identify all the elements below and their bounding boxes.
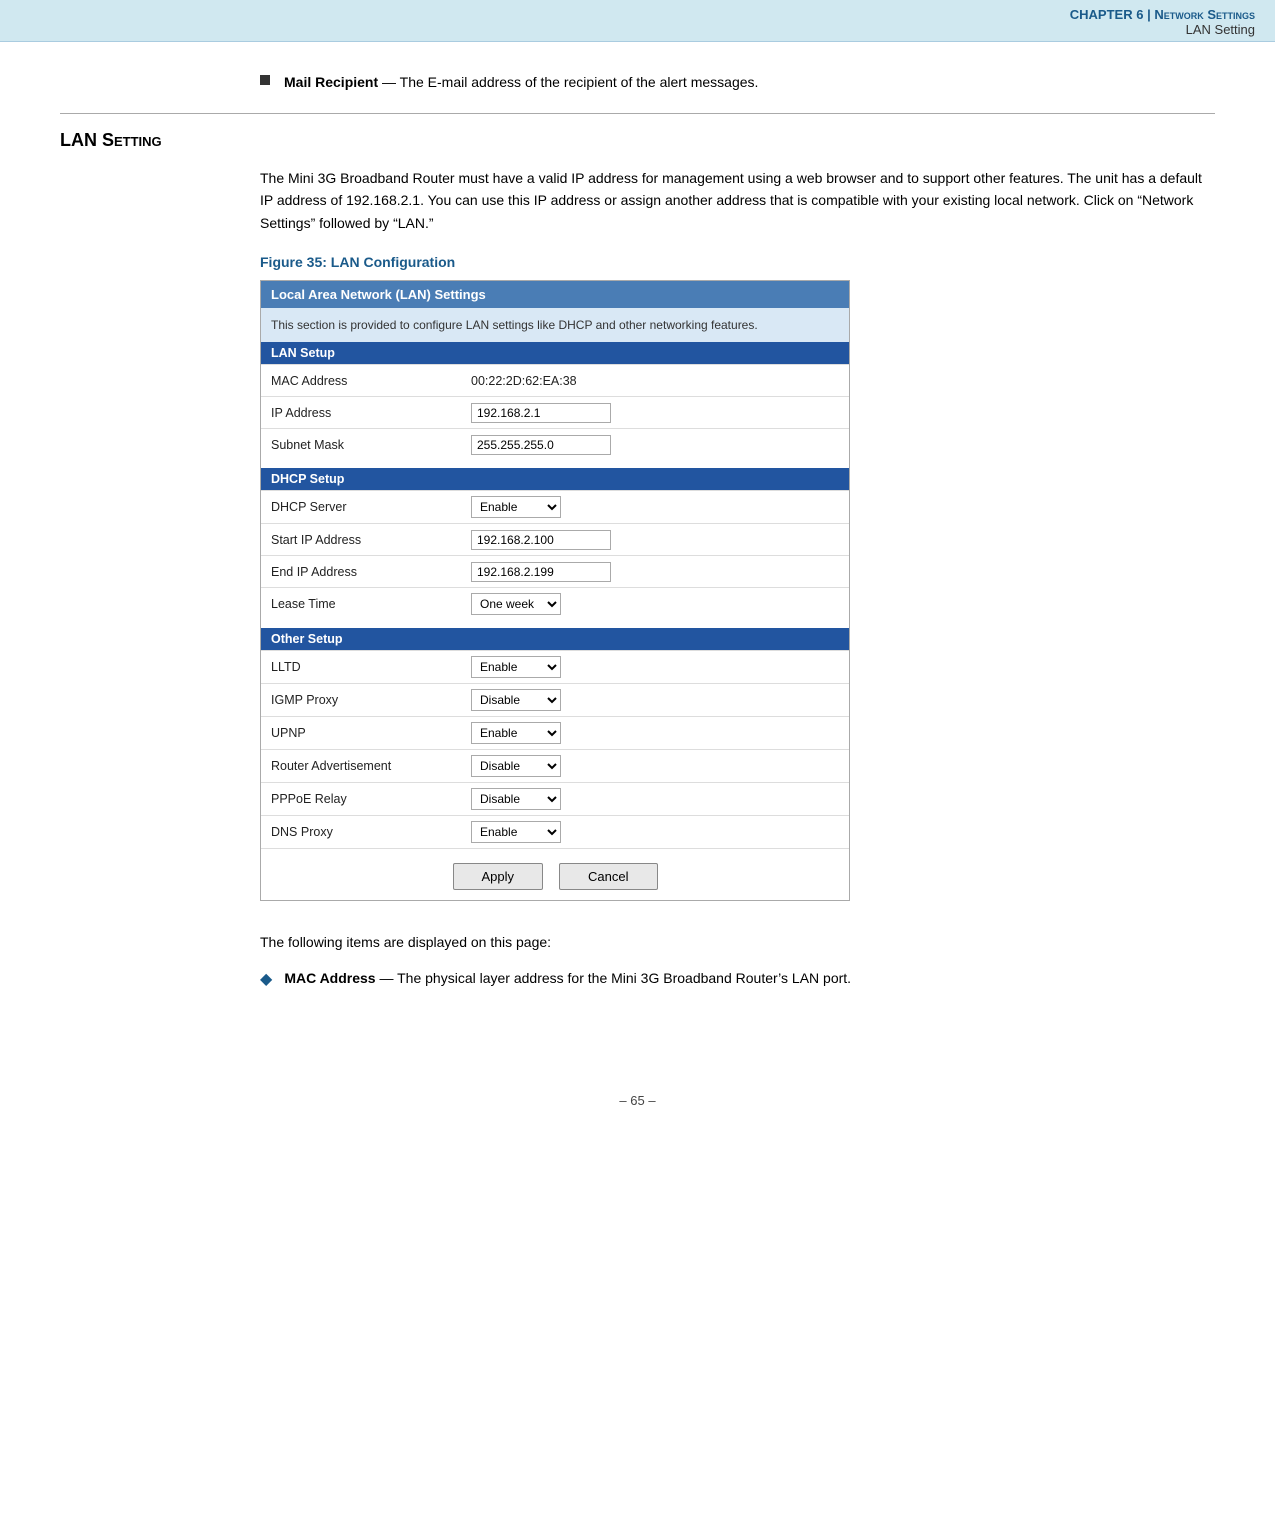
- lease-time-label: Lease Time: [271, 597, 471, 611]
- start-ip-label: Start IP Address: [271, 533, 471, 547]
- dhcp-server-row: DHCP Server Enable Disable: [261, 490, 849, 523]
- page-number: – 65 –: [619, 1093, 655, 1108]
- chapter-number: CHAPTER 6: [1070, 7, 1144, 22]
- subnet-mask-row: Subnet Mask: [261, 428, 849, 460]
- page-footer: – 65 –: [0, 1073, 1275, 1128]
- mac-address-value: 00:22:2D:62:EA:38: [471, 374, 577, 388]
- bottom-paragraph: The following items are displayed on thi…: [60, 931, 1215, 953]
- subnet-mask-input[interactable]: [471, 435, 611, 455]
- subnet-mask-label: Subnet Mask: [271, 438, 471, 452]
- dns-proxy-label: DNS Proxy: [271, 825, 471, 839]
- ip-address-label: IP Address: [271, 406, 471, 420]
- mac-address-bullet-body: The physical layer address for the Mini …: [397, 970, 851, 986]
- router-advertisement-select[interactable]: Enable Disable: [471, 755, 561, 777]
- mac-address-row: MAC Address 00:22:2D:62:EA:38: [261, 364, 849, 396]
- page-header: CHAPTER 6 | Network Settings LAN Setting: [0, 0, 1275, 42]
- pppoe-relay-row: PPPoE Relay Enable Disable: [261, 782, 849, 815]
- dhcp-setup-header: DHCP Setup: [261, 468, 849, 490]
- lan-config-wrapper: Local Area Network (LAN) Settings This s…: [60, 280, 1215, 901]
- dhcp-server-label: DHCP Server: [271, 500, 471, 514]
- diamond-icon: ◆: [260, 969, 272, 989]
- igmp-proxy-row: IGMP Proxy Enable Disable: [261, 683, 849, 716]
- end-ip-row: End IP Address: [261, 555, 849, 587]
- bullet-icon: [260, 75, 270, 85]
- body-paragraph: The Mini 3G Broadband Router must have a…: [60, 167, 1215, 234]
- config-buttons-row: Apply Cancel: [261, 848, 849, 900]
- mail-recipient-label: Mail Recipient: [284, 74, 378, 90]
- lease-time-select[interactable]: One week One day One hour: [471, 593, 561, 615]
- lltd-label: LLTD: [271, 660, 471, 674]
- chapter-topic: Network Settings: [1154, 7, 1255, 22]
- igmp-proxy-select[interactable]: Enable Disable: [471, 689, 561, 711]
- other-setup-header: Other Setup: [261, 628, 849, 650]
- start-ip-row: Start IP Address: [261, 523, 849, 555]
- pppoe-relay-label: PPPoE Relay: [271, 792, 471, 806]
- end-ip-label: End IP Address: [271, 565, 471, 579]
- header-section: LAN Setting: [20, 22, 1255, 37]
- dns-proxy-select[interactable]: Enable Disable: [471, 821, 561, 843]
- mac-address-bullet-label: MAC Address: [284, 970, 375, 986]
- igmp-proxy-label: IGMP Proxy: [271, 693, 471, 707]
- router-advertisement-label: Router Advertisement: [271, 759, 471, 773]
- cancel-button[interactable]: Cancel: [559, 863, 657, 890]
- lltd-select[interactable]: Enable Disable: [471, 656, 561, 678]
- figure-label: Figure 35: LAN Configuration: [60, 254, 1215, 270]
- ip-address-row: IP Address: [261, 396, 849, 428]
- apply-button[interactable]: Apply: [453, 863, 544, 890]
- mail-recipient-dash: —: [382, 74, 400, 90]
- mail-recipient-text: Mail Recipient — The E-mail address of t…: [284, 72, 758, 93]
- lan-setting-heading: LAN Setting: [60, 130, 1215, 151]
- chapter-label: CHAPTER 6 | Network Settings: [1070, 7, 1255, 22]
- mail-recipient-body: The E-mail address of the recipient of t…: [400, 74, 759, 90]
- upnp-row: UPNP Enable Disable: [261, 716, 849, 749]
- lltd-row: LLTD Enable Disable: [261, 650, 849, 683]
- dns-proxy-row: DNS Proxy Enable Disable: [261, 815, 849, 848]
- lan-setup-header: LAN Setup: [261, 342, 849, 364]
- dhcp-server-select[interactable]: Enable Disable: [471, 496, 561, 518]
- lan-settings-description: This section is provided to configure LA…: [261, 308, 849, 342]
- mac-address-bullet-text: MAC Address — The physical layer address…: [284, 968, 851, 989]
- start-ip-input[interactable]: [471, 530, 611, 550]
- main-content: Mail Recipient — The E-mail address of t…: [0, 42, 1275, 1033]
- mac-address-bullet-item: ◆ MAC Address — The physical layer addre…: [60, 968, 1215, 989]
- mac-address-bullet-dash: —: [379, 970, 397, 986]
- lan-settings-header: Local Area Network (LAN) Settings: [261, 281, 849, 308]
- mac-address-label: MAC Address: [271, 374, 471, 388]
- upnp-label: UPNP: [271, 726, 471, 740]
- upnp-select[interactable]: Enable Disable: [471, 722, 561, 744]
- lan-config-box: Local Area Network (LAN) Settings This s…: [260, 280, 850, 901]
- pppoe-relay-select[interactable]: Enable Disable: [471, 788, 561, 810]
- lease-time-row: Lease Time One week One day One hour: [261, 587, 849, 620]
- router-advertisement-row: Router Advertisement Enable Disable: [261, 749, 849, 782]
- end-ip-input[interactable]: [471, 562, 611, 582]
- mail-recipient-item: Mail Recipient — The E-mail address of t…: [60, 72, 1215, 93]
- ip-address-input[interactable]: [471, 403, 611, 423]
- section-divider: [60, 113, 1215, 114]
